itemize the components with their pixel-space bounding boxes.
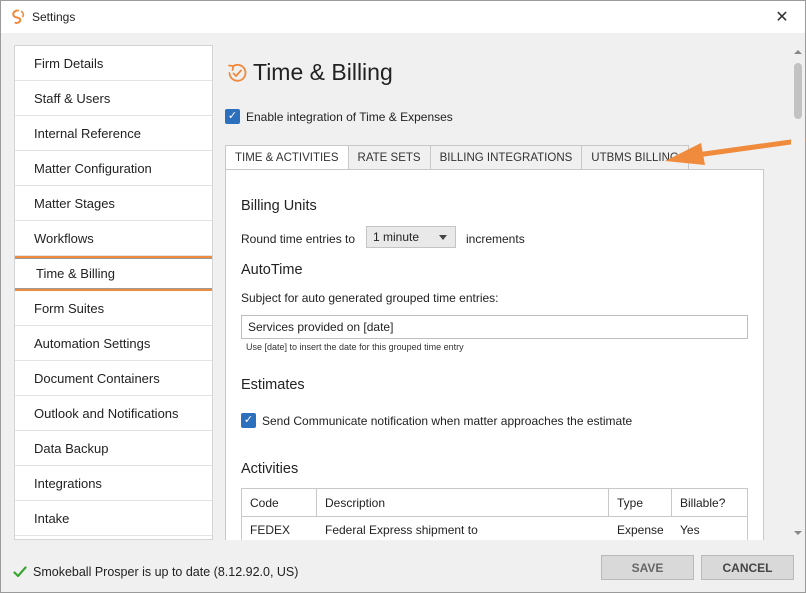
cell-billable: Yes xyxy=(680,523,700,537)
round-time-label: Round time entries to xyxy=(241,232,356,246)
check-icon xyxy=(13,566,27,578)
sidebar-item-staff-users[interactable]: Staff & Users xyxy=(15,81,212,116)
autotime-heading: AutoTime xyxy=(241,262,303,278)
sidebar-item-label: Automation Settings xyxy=(34,335,151,351)
column-header-billable[interactable]: Billable? xyxy=(672,489,747,516)
billing-units-heading: Billing Units xyxy=(241,198,317,214)
sidebar-item-label: Firm Details xyxy=(34,55,104,71)
tab-bar: TIME & ACTIVITIES RATE SETS BILLING INTE… xyxy=(225,145,689,170)
sidebar-item-intake[interactable]: Intake xyxy=(15,501,212,536)
estimate-notify-checkbox[interactable]: ✓ xyxy=(241,413,256,428)
autotime-hint: Use [date] to insert the date for this g… xyxy=(246,342,464,352)
tab-time-activities[interactable]: TIME & ACTIVITIES xyxy=(225,145,349,170)
sidebar-item-document-containers[interactable]: Document Containers xyxy=(15,361,212,396)
sidebar-item-label: Document Containers xyxy=(34,370,160,386)
sidebar-item-outlook-notifications[interactable]: Outlook and Notifications xyxy=(15,396,212,431)
column-header-type[interactable]: Type xyxy=(609,489,672,516)
sidebar-item-label: Internal Reference xyxy=(34,125,141,141)
column-header-description[interactable]: Description xyxy=(317,489,609,516)
activities-table: Code Description Type Billable? FEDEX Fe… xyxy=(241,488,748,540)
activities-heading: Activities xyxy=(241,461,299,477)
title-bar: Settings ✕ xyxy=(1,1,805,33)
scroll-down-icon[interactable] xyxy=(794,531,802,535)
sidebar-item-internal-reference[interactable]: Internal Reference xyxy=(15,116,212,151)
save-button[interactable]: SAVE xyxy=(601,555,694,580)
close-icon: ✕ xyxy=(775,8,789,26)
page-title: Time & Billing xyxy=(253,59,393,85)
sidebar-item-automation-settings[interactable]: Automation Settings xyxy=(15,326,212,361)
autotime-subject-input[interactable] xyxy=(241,315,748,339)
sidebar-item-label: Form Suites xyxy=(34,300,105,316)
settings-content: Time & Billing ✓ Enable integration of T… xyxy=(213,45,806,540)
settings-window: Settings ✕ Firm Details Staff & Users In… xyxy=(0,0,806,593)
settings-sidebar: Firm Details Staff & Users Internal Refe… xyxy=(14,45,213,540)
checkmark-icon: ✓ xyxy=(243,414,254,426)
sidebar-item-integrations[interactable]: Integrations xyxy=(15,466,212,501)
update-status-text: Smokeball Prosper is up to date (8.12.92… xyxy=(33,565,299,579)
round-time-select[interactable]: 1 minute xyxy=(366,226,456,248)
enable-integration-row: ✓ Enable integration of Time & Expenses xyxy=(225,109,453,124)
footer-bar: Smokeball Prosper is up to date (8.12.92… xyxy=(1,541,805,592)
clock-check-icon xyxy=(228,63,247,82)
cancel-button[interactable]: CANCEL xyxy=(701,555,794,580)
sidebar-item-data-backup[interactable]: Data Backup xyxy=(15,431,212,466)
checkmark-icon: ✓ xyxy=(227,110,238,122)
tab-panel-time-activities: Billing Units Round time entries to 1 mi… xyxy=(225,169,764,540)
estimate-notify-row: ✓ Send Communicate notification when mat… xyxy=(241,413,632,428)
cell-description: Federal Express shipment to xyxy=(325,523,478,537)
window-title: Settings xyxy=(32,10,76,24)
sidebar-item-form-suites[interactable]: Form Suites xyxy=(15,291,212,326)
sidebar-item-label: Outlook and Notifications xyxy=(34,405,179,421)
sidebar-item-label: Intake xyxy=(34,510,70,526)
scroll-up-icon[interactable] xyxy=(794,50,802,54)
page-header: Time & Billing xyxy=(225,59,393,86)
cell-type: Expense xyxy=(617,523,664,537)
table-row[interactable]: FEDEX Federal Express shipment to Expens… xyxy=(242,517,747,540)
sidebar-item-firm-details[interactable]: Firm Details xyxy=(15,46,212,81)
enable-integration-checkbox[interactable]: ✓ xyxy=(225,109,240,124)
close-button[interactable]: ✕ xyxy=(759,1,805,32)
sidebar-item-label: Data Backup xyxy=(34,440,109,456)
sidebar-item-label: Workflows xyxy=(34,230,94,246)
sidebar-item-matter-configuration[interactable]: Matter Configuration xyxy=(15,151,212,186)
sidebar-item-label: Matter Configuration xyxy=(34,160,152,176)
estimates-heading: Estimates xyxy=(241,377,305,393)
scroll-thumb[interactable] xyxy=(794,63,802,119)
update-status: Smokeball Prosper is up to date (8.12.92… xyxy=(13,565,298,579)
round-time-value: 1 minute xyxy=(373,230,420,244)
sidebar-item-workflows[interactable]: Workflows xyxy=(15,221,212,256)
estimate-notify-label: Send Communicate notification when matte… xyxy=(262,413,633,428)
content-scrollbar[interactable] xyxy=(791,45,805,540)
sidebar-item-matter-stages[interactable]: Matter Stages xyxy=(15,186,212,221)
table-header: Code Description Type Billable? xyxy=(242,489,747,517)
enable-integration-label: Enable integration of Time & Expenses xyxy=(246,109,453,124)
sidebar-item-label: Matter Stages xyxy=(34,195,115,211)
smokeball-logo-icon xyxy=(12,9,25,24)
tab-rate-sets[interactable]: RATE SETS xyxy=(348,145,431,170)
cell-code: FEDEX xyxy=(250,523,291,537)
sidebar-item-label: Time & Billing xyxy=(36,266,115,281)
chevron-down-icon xyxy=(439,235,447,240)
sidebar-item-time-billing[interactable]: Time & Billing xyxy=(15,256,212,291)
autotime-subject-label: Subject for auto generated grouped time … xyxy=(241,291,499,305)
column-header-code[interactable]: Code xyxy=(242,489,317,516)
tab-utbms-billing[interactable]: UTBMS BILLING xyxy=(582,145,689,170)
tab-billing-integrations[interactable]: BILLING INTEGRATIONS xyxy=(430,145,583,170)
sidebar-item-label: Staff & Users xyxy=(34,90,111,106)
sidebar-item-label: Integrations xyxy=(34,475,102,491)
increments-label: increments xyxy=(466,232,525,246)
